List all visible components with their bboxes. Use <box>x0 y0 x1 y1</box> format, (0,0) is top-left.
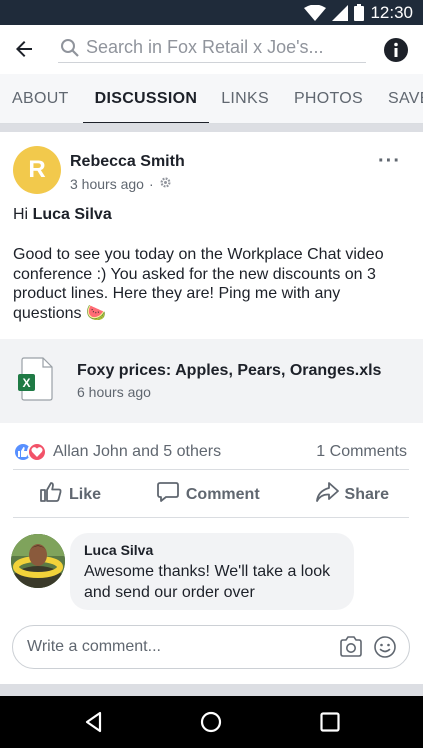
home-circle-icon[interactable] <box>199 710 223 734</box>
comment-button[interactable]: Comment <box>156 480 260 509</box>
recents-square-icon[interactable] <box>318 710 342 734</box>
camera-icon[interactable] <box>339 636 363 658</box>
file-attachment[interactable]: X Foxy prices: Apples, Pears, Oranges.xl… <box>0 339 423 423</box>
tab-links[interactable]: LINKS <box>221 74 269 123</box>
post-author[interactable]: Rebecca Smith <box>70 153 185 171</box>
tab-saved[interactable]: SAVED <box>388 74 423 123</box>
search-bar[interactable] <box>58 33 366 63</box>
mention-name[interactable]: Luca Silva <box>33 206 112 223</box>
back-arrow-icon[interactable] <box>12 37 36 61</box>
divider <box>0 124 423 132</box>
comments-count[interactable]: 1 Comments <box>316 443 407 461</box>
dot-separator: · <box>148 176 154 192</box>
gear-icon <box>159 176 172 192</box>
search-header <box>0 25 423 74</box>
search-input[interactable] <box>86 37 356 58</box>
emoji-icon[interactable] <box>373 635 397 659</box>
like-label: Like <box>69 485 102 503</box>
comment-author[interactable]: Luca Silva <box>84 542 340 558</box>
comment-label: Comment <box>185 485 260 503</box>
signal-icon <box>332 4 349 21</box>
post-time[interactable]: 3 hours ago <box>70 176 144 192</box>
comment-composer[interactable] <box>12 625 410 669</box>
commenter-avatar[interactable] <box>11 534 65 588</box>
excel-file-icon: X <box>18 357 54 401</box>
post-body: Good to see you today on the Workplace C… <box>13 246 384 322</box>
group-tabs: ABOUT DISCUSSION LINKS PHOTOS SAVED <box>0 74 423 124</box>
author-avatar[interactable]: R <box>13 146 61 194</box>
tab-photos[interactable]: PHOTOS <box>294 74 363 123</box>
info-icon[interactable] <box>383 37 409 63</box>
comment-bubble: Luca Silva Awesome thanks! We'll take a … <box>70 533 354 610</box>
comment-text: Awesome thanks! We'll take a look and se… <box>84 563 331 601</box>
attachment-title[interactable]: Foxy prices: Apples, Pears, Oranges.xls <box>77 362 381 380</box>
comment-bubble-icon <box>156 480 180 509</box>
back-triangle-icon[interactable] <box>82 710 106 734</box>
reactions-text[interactable]: Allan John and 5 others <box>53 443 221 461</box>
more-options-icon[interactable]: ··· <box>378 150 401 173</box>
reactions-row[interactable]: Allan John and 5 others 1 Comments <box>13 434 409 470</box>
share-label: Share <box>344 485 389 503</box>
wifi-icon <box>304 4 327 21</box>
like-button[interactable]: Like <box>39 480 101 509</box>
share-arrow-icon <box>315 480 339 509</box>
post-actions: Like Comment Share <box>13 472 409 518</box>
post-meta: 3 hours ago · <box>70 176 172 192</box>
clock-time: 12:30 <box>370 2 413 22</box>
post-greeting: Hi Luca Silva <box>13 206 112 224</box>
post-card: R Rebecca Smith 3 hours ago · ··· Hi Luc… <box>0 132 423 684</box>
comment-input[interactable] <box>27 638 327 656</box>
tab-discussion[interactable]: DISCUSSION <box>82 74 209 123</box>
share-button[interactable]: Share <box>315 480 389 509</box>
greeting-prefix: Hi <box>13 206 33 223</box>
thumbs-up-icon <box>39 480 63 509</box>
battery-icon <box>354 4 365 21</box>
attachment-time: 6 hours ago <box>77 384 151 400</box>
status-bar: 12:30 <box>0 0 423 25</box>
love-reaction-icon <box>27 441 47 462</box>
system-nav-bar <box>0 696 423 748</box>
reaction-icons <box>13 441 47 462</box>
svg-text:X: X <box>22 376 30 390</box>
tab-about[interactable]: ABOUT <box>12 74 69 123</box>
divider <box>0 684 423 696</box>
search-icon <box>60 38 80 58</box>
